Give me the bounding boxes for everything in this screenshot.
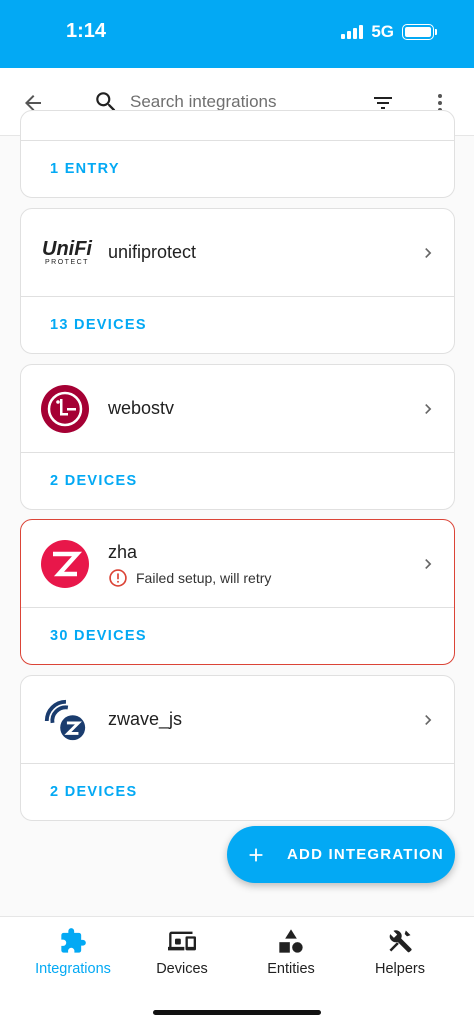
zha-logo (41, 539, 89, 588)
nav-helpers[interactable]: Helpers (350, 927, 450, 977)
status-time: 1:14 (66, 20, 107, 42)
integration-title: unifiprotect (108, 242, 197, 262)
battery-icon (402, 24, 437, 40)
chevron-right-icon (425, 558, 432, 569)
status-indicators: 5G (341, 22, 437, 42)
shapes-icon (277, 927, 305, 955)
add-integration-label: ADD INTEGRATION (287, 846, 444, 863)
card-footer-link[interactable]: 13 DEVICES (21, 297, 454, 353)
alert-circle-icon (109, 569, 127, 587)
setup-status-text: Failed setup, will retry (136, 570, 272, 586)
chevron-right-icon (425, 247, 432, 258)
unifi-logo: UniFi PROTECT (42, 238, 92, 266)
chevron-right-icon (425, 403, 432, 414)
integration-card-unifiprotect[interactable]: UniFi PROTECT unifiprotect 13 DEVICES (20, 208, 455, 354)
integration-card-webostv[interactable]: webostv 2 DEVICES (20, 364, 455, 510)
card-header[interactable]: UniFi PROTECT unifiprotect (21, 209, 454, 297)
integration-title: webostv (108, 398, 175, 418)
setup-status: Failed setup, will retry (108, 568, 271, 588)
signal-icon (341, 25, 364, 39)
zwave-logo (41, 696, 89, 744)
card-header[interactable]: zha Failed setup, will retry (21, 520, 454, 608)
card-header[interactable]: webostv (21, 365, 454, 453)
integration-card-zwave-js[interactable]: zwave_js 2 DEVICES (20, 675, 455, 821)
card-footer-link[interactable]: 1 ENTRY (21, 141, 454, 197)
network-type: 5G (371, 22, 394, 41)
lg-logo (41, 384, 89, 433)
tools-icon (386, 927, 414, 955)
devices-icon (168, 927, 196, 955)
card-footer-link[interactable]: 2 DEVICES (21, 764, 454, 820)
integration-title: zha (108, 542, 138, 562)
card-footer-link[interactable]: 2 DEVICES (21, 453, 454, 509)
integration-title: zwave_js (108, 709, 183, 729)
nav-integrations[interactable]: Integrations (23, 927, 123, 977)
integration-card[interactable]: 1 ENTRY (20, 110, 455, 198)
nav-entities[interactable]: Entities (241, 927, 341, 977)
chevron-right-icon (425, 714, 432, 725)
nav-devices[interactable]: Devices (132, 927, 232, 977)
puzzle-icon (59, 927, 87, 955)
status-bar: 1:14 5G (0, 0, 474, 68)
home-indicator (153, 1010, 321, 1015)
card-footer-link[interactable]: 30 DEVICES (21, 608, 454, 664)
integration-card-zha[interactable]: zha Failed setup, will retry 30 DEVICES (20, 519, 455, 665)
card-header[interactable]: zwave_js (21, 676, 454, 764)
plus-icon (249, 848, 263, 861)
add-integration-button[interactable]: ADD INTEGRATION (227, 826, 455, 883)
